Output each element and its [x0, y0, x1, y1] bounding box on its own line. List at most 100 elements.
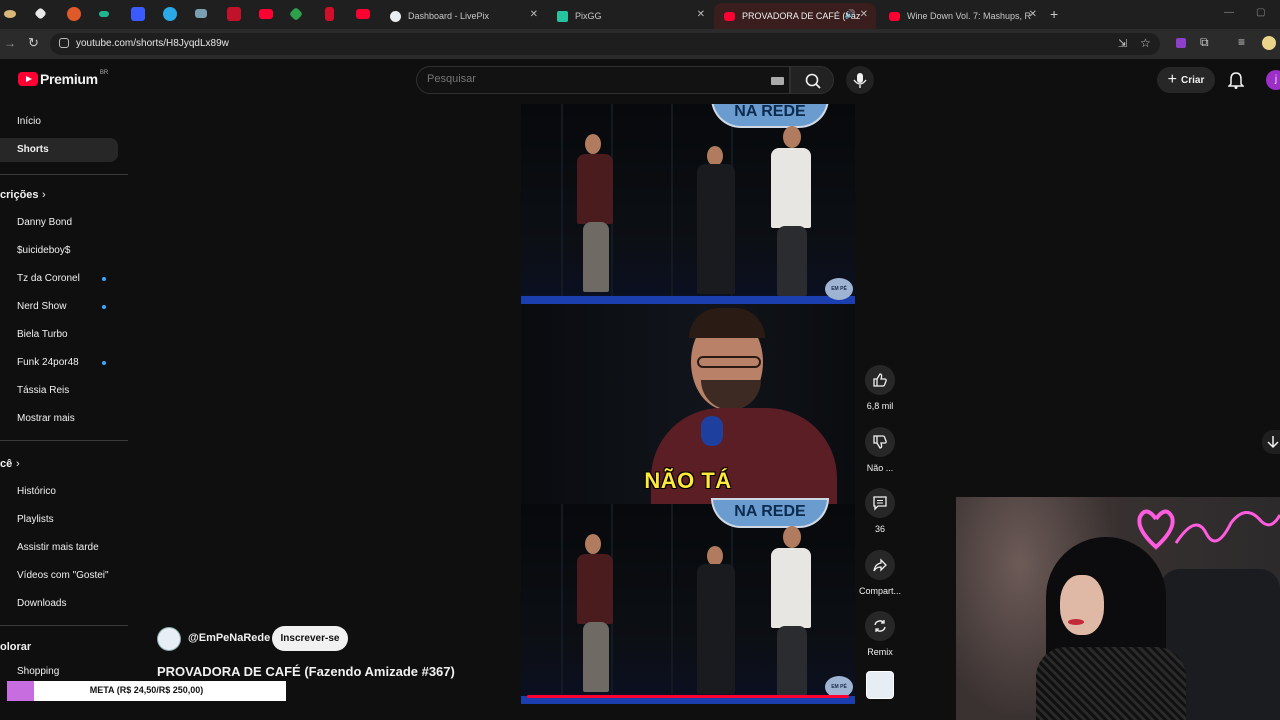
sidebar-item-subscription[interactable]: Nerd Show	[17, 301, 66, 312]
streamer-webcam	[956, 497, 1280, 720]
sidebar-item-playlists[interactable]: Playlists	[17, 514, 54, 525]
sidebar-item-subscription[interactable]: $uicideboy$	[17, 245, 70, 256]
sidebar-item-shopping[interactable]: Shopping	[17, 666, 59, 677]
sidebar-item-watch-later[interactable]: Assistir mais tarde	[17, 542, 99, 553]
pinned-tab-icon[interactable]	[163, 7, 177, 21]
create-button[interactable]: + Criar	[1157, 67, 1215, 93]
sidebar-item-subscription[interactable]: Tássia Reis	[17, 385, 69, 396]
close-tab-icon[interactable]: ✕	[860, 9, 868, 20]
thumbs-up-icon	[873, 373, 887, 387]
new-content-dot	[102, 305, 106, 309]
address-bar[interactable]: youtube.com/shorts/H8JyqdLx89w ⇲ ☆	[50, 33, 1160, 55]
notifications-bell-icon[interactable]	[1228, 71, 1244, 89]
pinned-tab-icon[interactable]	[325, 7, 334, 21]
subscribe-button[interactable]: Inscrever-se	[272, 626, 348, 651]
video-caption: NÃO TÁ	[644, 468, 732, 493]
pinned-tab-icon[interactable]	[227, 7, 241, 21]
show-banner: NA REDE	[711, 104, 829, 128]
livepix-favicon-icon	[390, 10, 401, 22]
comment-count: 36	[874, 524, 885, 534]
sidebar-item-subscription[interactable]: Tz da Coronel	[17, 273, 80, 284]
close-tab-icon[interactable]: ✕	[1029, 9, 1037, 20]
close-tab-icon[interactable]: ✕	[530, 9, 538, 20]
tab-livepix[interactable]: Dashboard - LivePix ✕	[380, 3, 546, 29]
sidebar-item-inicio[interactable]: Início	[17, 116, 41, 127]
new-content-dot	[102, 277, 106, 281]
sidebar-item-liked-videos[interactable]: Vídeos com "Gostei"	[17, 570, 109, 581]
explore-heading[interactable]: olorar	[0, 641, 31, 653]
sidebar-item-shorts[interactable]: Shorts	[17, 144, 49, 155]
tab-search-icon[interactable]: ≡	[1238, 35, 1245, 49]
next-short-button[interactable]	[1262, 430, 1280, 454]
search-box[interactable]	[416, 66, 790, 94]
you-heading[interactable]: cê	[0, 458, 12, 470]
maximize-window-icon[interactable]: ▢	[1256, 7, 1265, 18]
new-tab-button[interactable]: +	[1050, 6, 1058, 22]
bookmark-star-icon[interactable]: ☆	[1140, 36, 1151, 50]
logo-region: BR	[99, 70, 109, 76]
site-info-icon[interactable]	[59, 38, 69, 48]
pinned-tab-icon[interactable]	[131, 7, 145, 21]
youtube-pinned-icon[interactable]	[259, 9, 273, 19]
video-title[interactable]: PROVADORA DE CAFÉ (Fazendo Amizade #367)	[157, 664, 455, 679]
tab-title: Dashboard - LivePix	[408, 11, 490, 21]
goal-text: META (R$ 24,50/R$ 250,00)	[89, 685, 204, 695]
browser-tab-strip: Dashboard - LivePix ✕ PixGG ✕ PROVADORA …	[0, 0, 1280, 29]
create-label: Criar	[1180, 74, 1205, 86]
chevron-right-icon[interactable]: ›	[42, 189, 46, 201]
tab-youtube-short[interactable]: PROVADORA DE CAFÉ (Faz 🔊 ✕	[714, 3, 876, 29]
subscriptions-heading[interactable]: crições	[0, 189, 39, 201]
pinned-tab-icon[interactable]	[4, 10, 16, 18]
sidebar-item-subscription[interactable]: Danny Bond	[17, 217, 72, 228]
youtube-favicon-icon	[724, 11, 735, 21]
pinned-tab-icon[interactable]	[34, 7, 47, 20]
youtube-premium-logo[interactable]: Premium BR	[18, 70, 109, 87]
browser-toolbar: → ↻ youtube.com/shorts/H8JyqdLx89w ⇲ ☆ ⧉…	[0, 29, 1280, 59]
audio-playing-icon[interactable]: 🔊	[845, 9, 856, 20]
sidebar-item-subscription[interactable]: Funk 24por48	[17, 357, 79, 368]
pinned-tab-icon[interactable]	[195, 9, 207, 18]
install-app-icon[interactable]: ⇲	[1118, 37, 1127, 50]
close-tab-icon[interactable]: ✕	[697, 9, 705, 20]
dislike-button[interactable]	[865, 427, 895, 457]
channel-name[interactable]: @EmPeNaRede	[188, 632, 270, 644]
chevron-right-icon[interactable]: ›	[16, 458, 20, 470]
extensions-puzzle-icon[interactable]: ⧉	[1200, 35, 1209, 50]
tab-wine-down[interactable]: Wine Down Vol. 7: Mashups, R ✕	[879, 3, 1045, 29]
thumbs-down-icon	[873, 435, 887, 449]
drive-pinned-icon[interactable]	[288, 6, 304, 22]
sidebar-item-downloads[interactable]: Downloads	[17, 598, 66, 609]
forward-icon[interactable]: →	[4, 36, 16, 50]
share-button[interactable]	[865, 550, 895, 580]
logo-text: Premium	[40, 71, 98, 87]
video-frame-stage: NA REDE EM PÉ	[521, 498, 855, 704]
minimize-window-icon[interactable]: —	[1224, 7, 1234, 18]
account-avatar[interactable]: j	[1266, 70, 1280, 90]
channel-avatar[interactable]	[157, 627, 181, 651]
short-video-player[interactable]: NA REDE EM PÉ NA REDE EM PÉ NÃO TÁ	[521, 104, 855, 704]
url-text[interactable]: youtube.com/shorts/H8JyqdLx89w	[76, 38, 229, 49]
like-button[interactable]	[865, 365, 895, 395]
reload-icon[interactable]: ↻	[28, 35, 39, 51]
new-content-dot	[102, 361, 106, 365]
channel-watermark-icon: EM PÉ	[825, 278, 853, 300]
show-banner: NA REDE	[711, 498, 829, 528]
neon-heart-sign-icon	[1137, 509, 1280, 550]
extension-icon[interactable]	[1176, 38, 1186, 48]
sidebar-item-show-more[interactable]: Mostrar mais	[17, 413, 75, 424]
pinned-tab-icon[interactable]	[99, 11, 109, 17]
voice-search-button[interactable]	[846, 66, 874, 94]
search-input[interactable]	[427, 73, 747, 85]
search-button[interactable]	[790, 66, 834, 94]
keyboard-icon[interactable]	[771, 77, 784, 85]
remix-button[interactable]	[865, 611, 895, 641]
pinned-tab-icon[interactable]	[67, 7, 81, 21]
sidebar-item-history[interactable]: Histórico	[17, 486, 56, 497]
sidebar-item-subscription[interactable]: Biela Turbo	[17, 329, 68, 340]
comments-button[interactable]	[865, 488, 895, 518]
audio-source-thumbnail[interactable]	[866, 671, 894, 699]
profile-icon[interactable]	[1262, 36, 1276, 50]
youtube-pinned-icon[interactable]	[356, 9, 370, 19]
video-progress-bar[interactable]	[527, 695, 849, 698]
tab-pixgg[interactable]: PixGG ✕	[547, 3, 713, 29]
